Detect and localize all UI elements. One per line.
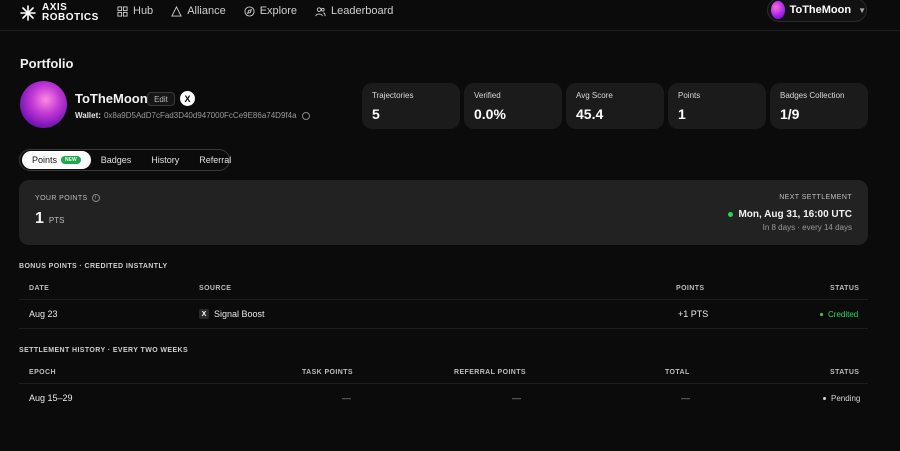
bonus-row-points: +1 PTS	[678, 309, 709, 319]
triangle-icon	[171, 5, 183, 17]
divider	[19, 299, 868, 300]
stat-card-badges[interactable]: Badges Collection 1/9	[770, 83, 868, 129]
info-icon[interactable]: i	[91, 194, 100, 202]
profile-avatar	[20, 81, 67, 128]
nav-alliance[interactable]: Alliance	[171, 4, 226, 18]
tab-points-label: Points	[32, 155, 58, 165]
nav-leaderboard[interactable]: Leaderboard	[315, 4, 393, 18]
your-points-label-row: YOUR POINTS i	[35, 194, 100, 202]
settlement-header-referral-points: REFERRAL POINTS	[454, 369, 526, 376]
settlement-header-epoch: EPOCH	[29, 369, 56, 376]
stat-card-points: Points 1	[668, 83, 766, 129]
stat-label: Points	[678, 91, 701, 100]
points-summary-panel: YOUR POINTS i 1 PTS NEXT SETTLEMENT Mon,…	[19, 180, 868, 245]
status-badge: Pending	[823, 394, 860, 403]
tab-history[interactable]: History	[141, 151, 189, 169]
bonus-section-title: BONUS POINTS · CREDITED INSTANTLY	[19, 263, 168, 270]
tab-badges[interactable]: Badges	[91, 151, 142, 169]
bonus-header-source: SOURCE	[199, 285, 232, 292]
bonus-row-status: Credited	[828, 310, 859, 319]
users-icon	[315, 6, 326, 16]
bonus-row-source-label: Signal Boost	[214, 309, 265, 319]
tab-referral[interactable]: Referral	[189, 151, 241, 169]
nav-explore-label: Explore	[259, 5, 298, 17]
wallet-label: Wallet:	[75, 111, 101, 120]
settlement-row-total: —	[681, 393, 690, 403]
next-settlement-date-row: Mon, Aug 31, 16:00 UTC	[728, 209, 852, 220]
settlement-row-referral-points: —	[512, 393, 521, 403]
brand-name: AXIS ROBOTICS	[42, 3, 99, 23]
main-nav: Hub Alliance Explore Leaderboard	[117, 4, 393, 18]
stat-card-trajectories: Trajectories 5	[362, 83, 460, 129]
settlement-row-status: Pending	[831, 394, 861, 403]
portfolio-tabs: Points NEW Badges History Referral	[19, 149, 231, 171]
your-points-label: YOUR POINTS	[35, 194, 88, 202]
compass-icon	[244, 5, 255, 17]
chevron-down-icon: ▼	[858, 5, 866, 15]
settlement-row-task-points: —	[342, 393, 351, 403]
next-settlement-subtext: In 8 days · every 14 days	[762, 223, 852, 232]
wallet-address: 0x8a9D5AdD7cFad3D40d947000FcCe9E86a74D9f…	[103, 111, 297, 120]
nav-alliance-label: Alliance	[187, 5, 226, 17]
bonus-header-points: POINTS	[676, 285, 705, 292]
divider	[19, 328, 868, 329]
new-badge: NEW	[61, 156, 81, 164]
your-points-value: 1	[35, 210, 44, 227]
stat-value: 45.4	[576, 106, 604, 122]
bonus-header-status: STATUS	[830, 285, 860, 292]
stat-label: Trajectories	[372, 91, 414, 100]
divider	[19, 383, 868, 384]
settlement-header-task-points: TASK POINTS	[302, 369, 353, 376]
user-menu[interactable]: ToTheMoon ▼	[767, 0, 867, 22]
copy-icon[interactable]	[301, 111, 310, 120]
stat-label: Verified	[474, 91, 501, 100]
stat-value: 5	[372, 106, 380, 122]
grid-icon	[117, 5, 128, 17]
settlement-section-title: SETTLEMENT HISTORY · EVERY TWO WEEKS	[19, 347, 189, 354]
status-dot	[820, 313, 823, 316]
stat-card-avg-score: Avg Score 45.4	[566, 83, 664, 129]
stat-value: 1	[678, 106, 686, 122]
top-nav-bar: AXIS ROBOTICS Hub Alliance Explore Leade…	[0, 0, 900, 31]
your-points-value-row: 1 PTS	[35, 210, 64, 228]
profile-name: ToTheMoon	[75, 91, 148, 106]
nav-hub-label: Hub	[133, 5, 154, 17]
x-social-icon[interactable]: X	[180, 91, 195, 106]
brand-line-2: ROBOTICS	[42, 12, 99, 23]
status-dot	[728, 212, 734, 217]
edit-profile-button[interactable]: Edit	[147, 92, 175, 106]
stat-label: Avg Score	[576, 91, 613, 100]
tab-points[interactable]: Points NEW	[22, 151, 91, 169]
next-settlement-date: Mon, Aug 31, 16:00 UTC	[738, 209, 852, 220]
settlement-row-epoch: Aug 15–29	[29, 393, 73, 403]
bonus-row-date: Aug 23	[29, 309, 58, 319]
brand-logo[interactable]: AXIS ROBOTICS	[20, 3, 99, 23]
nav-leaderboard-label: Leaderboard	[331, 5, 394, 17]
settlement-header-status: STATUS	[830, 369, 860, 376]
stat-card-verified: Verified 0.0%	[464, 83, 562, 129]
bonus-header-date: DATE	[29, 285, 50, 292]
nav-hub[interactable]: Hub	[117, 4, 153, 18]
bonus-row-source: X Signal Boost	[199, 309, 265, 319]
stat-value: 0.0%	[474, 106, 506, 122]
your-points-unit: PTS	[48, 216, 65, 225]
x-source-icon: X	[199, 309, 209, 319]
page-title: Portfolio	[20, 56, 74, 71]
status-badge: Credited	[820, 310, 858, 319]
wallet-row: Wallet: 0x8a9D5AdD7cFad3D40d947000FcCe9E…	[75, 111, 310, 120]
axis-logo-icon	[20, 5, 36, 21]
status-dot	[823, 397, 826, 400]
nav-explore[interactable]: Explore	[244, 4, 297, 18]
avatar	[771, 1, 785, 19]
user-name: ToTheMoon	[789, 4, 852, 16]
stat-label: Badges Collection	[780, 91, 845, 100]
settlement-header-total: TOTAL	[665, 369, 690, 376]
stat-value: 1/9	[780, 106, 800, 122]
next-settlement-label: NEXT SETTLEMENT	[779, 194, 852, 201]
